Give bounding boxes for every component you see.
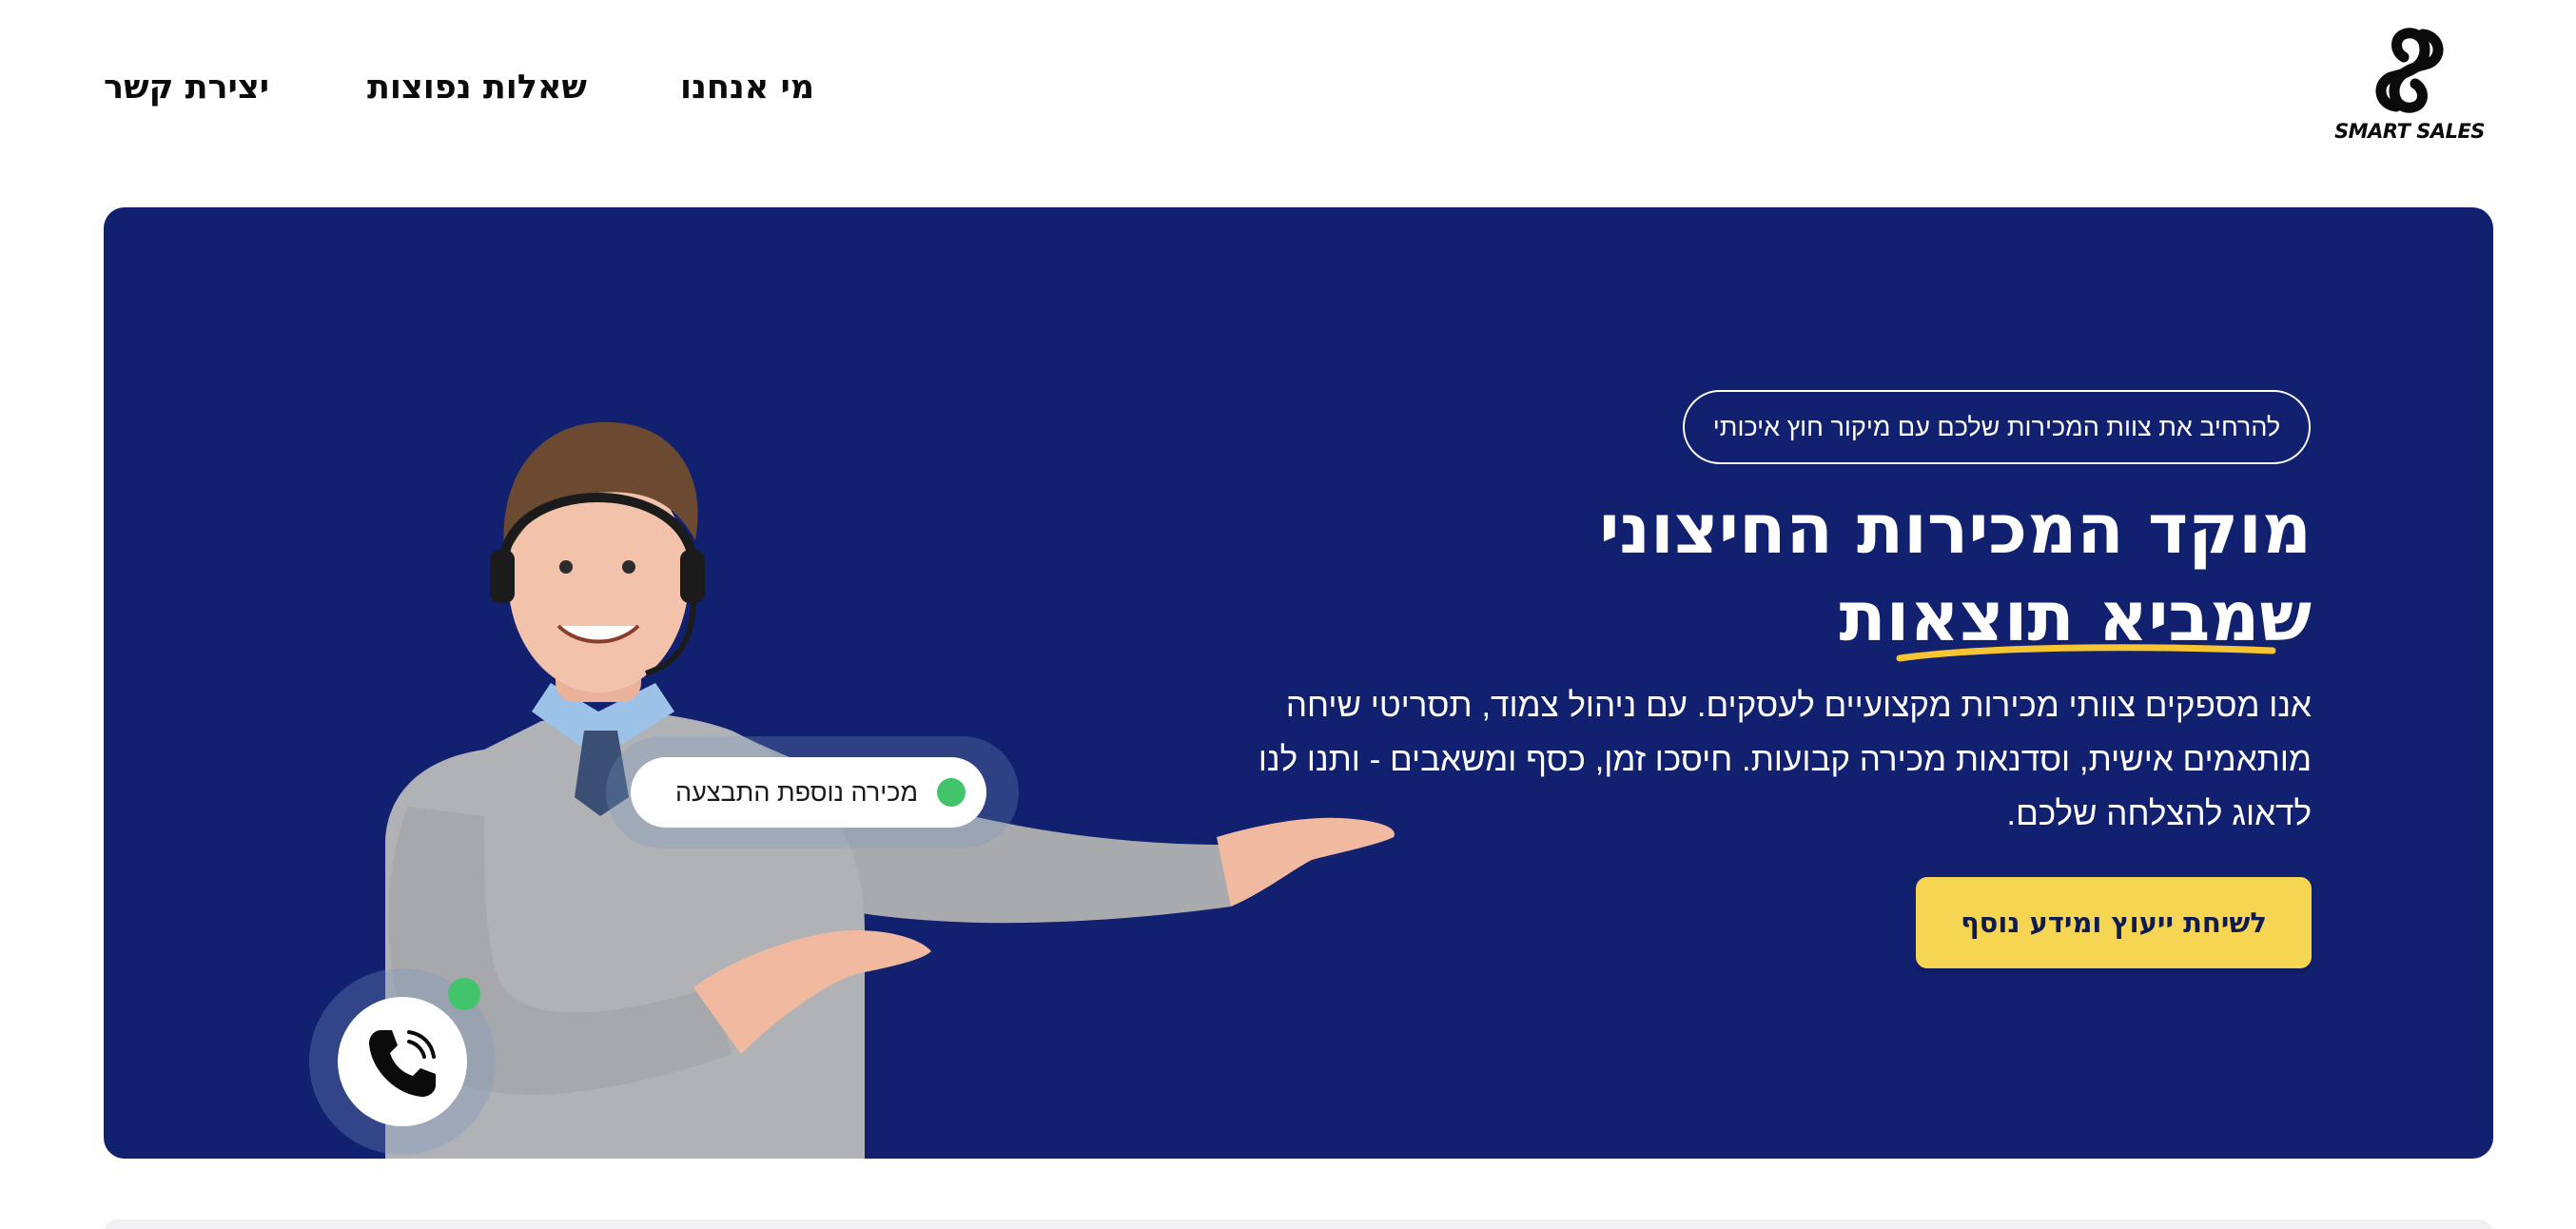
call-button[interactable] [338, 997, 467, 1126]
next-section-preview [104, 1219, 2493, 1229]
hero-title: מוקד המכירות החיצוני שמביא תוצאות [1599, 485, 2312, 662]
nav-link-contact[interactable]: יצירת קשר [104, 68, 269, 107]
sale-notification-text: מכירה נוספת התבצעה [674, 777, 918, 807]
status-dot [937, 778, 966, 807]
nav-link-faq[interactable]: שאלות נפוצות [367, 68, 587, 107]
online-status-dot [448, 978, 480, 1010]
agent-eye-right [622, 560, 635, 574]
nav-link-about[interactable]: מי אנחנו [680, 68, 814, 107]
smart-sales-logo-icon [2375, 28, 2444, 113]
hero-description: אנו מספקים צוותי מכירות מקצועיים לעסקים.… [1258, 687, 2312, 832]
phone-ringing-icon [369, 1030, 436, 1097]
brand-logo[interactable]: SMART SALES [2329, 25, 2490, 143]
sale-notification: מכירה נוספת התבצעה [631, 757, 986, 828]
hero-badge: להרחיב את צוות המכירות שלכם עם מיקור חוץ… [1683, 390, 2311, 464]
hero-title-line2-wrap: שמביא תוצאות [1839, 573, 2312, 662]
title-underline-swoosh [1896, 644, 2276, 662]
hero-section: מכירה נוספת התבצעה להרחיב את צוות המכירו… [104, 207, 2493, 1159]
hero-title-line1: מוקד המכירות החיצוני [1599, 489, 2312, 569]
agent-eye-left [559, 560, 573, 574]
consultation-cta-button[interactable]: לשיחת ייעוץ ומידע נוסף [1916, 877, 2312, 968]
brand-name: SMART SALES [2334, 120, 2485, 143]
